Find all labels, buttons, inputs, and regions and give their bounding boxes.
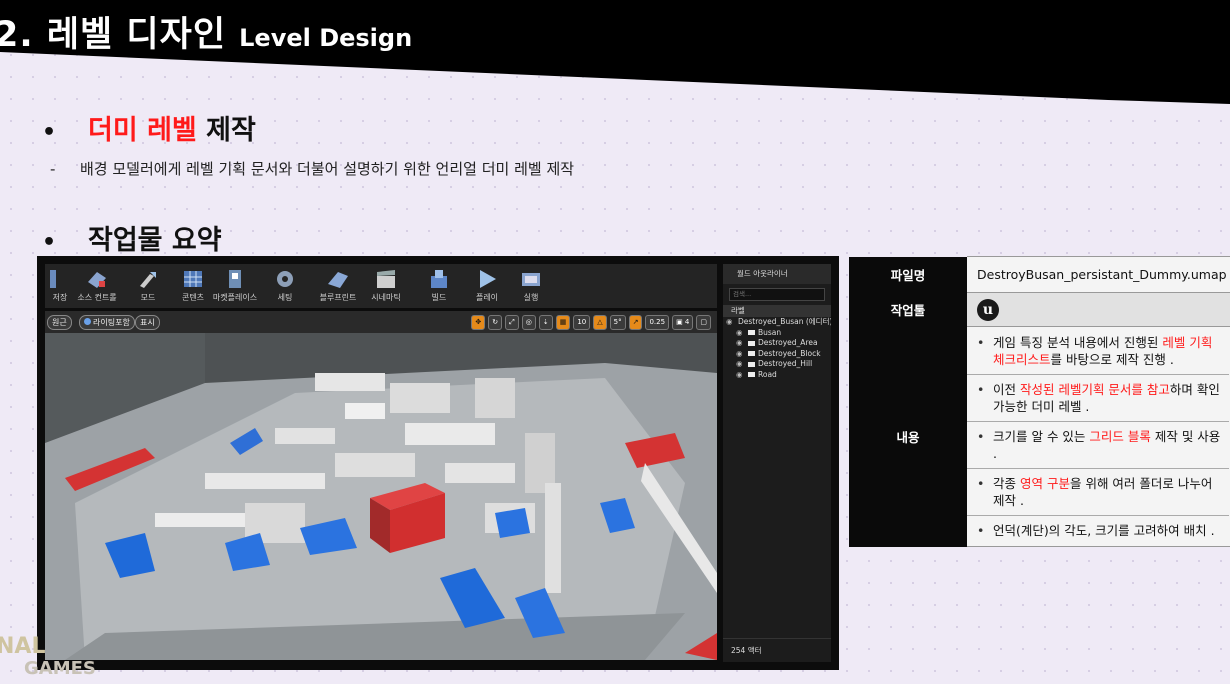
gear-icon (277, 271, 293, 287)
surface-snap-icon[interactable]: ⇣ (538, 315, 553, 330)
bullet-dot: • (42, 120, 57, 145)
title-english: Level Design (239, 24, 413, 52)
build-icon (431, 270, 447, 288)
file-row: 파일명 DestroyBusan_persistant_Dummy.umap (849, 256, 1230, 293)
unreal-engine-logo: u (977, 298, 999, 321)
rotate-icon[interactable]: ↻ (488, 315, 503, 330)
folder-icon (748, 372, 755, 377)
source-control-icon (88, 272, 106, 288)
viewport-toolbar: 원근 라이팅포함 표시 ✥ ↻ ⤢ ◎ ⇣ ▦ 10 △ 5° ↗ 0.25 ▣ 4 ▢ (45, 311, 717, 333)
content-label: 내용 (849, 326, 967, 547)
content-list: 게임 특징 분석 내용에서 진행된 레벨 기획 체크리스트를 바탕으로 제작 진… (967, 328, 1229, 545)
scale-snap-value[interactable]: 0.25 (645, 315, 670, 330)
content-row: 내용 게임 특징 분석 내용에서 진행된 레벨 기획 체크리스트를 바탕으로 제… (849, 326, 1230, 547)
sphere-icon (84, 318, 91, 325)
rotation-snap-value[interactable]: 5° (609, 315, 626, 330)
marketplace-button[interactable]: 마켓플레이스 (211, 266, 259, 306)
level-viewport[interactable] (45, 333, 717, 660)
section-dummy-level: • 더미 레벨 제작 (42, 108, 256, 147)
folder-icon (748, 330, 755, 335)
folder-icon (748, 340, 755, 346)
actor-count: 254 액터 (723, 638, 831, 662)
tool-row: 작업툴 u (849, 292, 1230, 327)
list-item: 게임 특징 분석 내용에서 진행된 레벨 기획 체크리스트를 바탕으로 제작 진… (967, 328, 1229, 375)
source-control-button[interactable]: 소스 컨트롤 (73, 266, 121, 306)
outliner-title: 월드 아웃라이너 (723, 264, 831, 284)
outliner-item[interactable]: ◉ Destroyed_Hill (723, 359, 831, 370)
outliner-item[interactable]: ◉ Destroyed_Busan (에디터) (723, 317, 831, 328)
clapper-icon (377, 270, 395, 288)
eye-icon[interactable]: ◉ (733, 349, 748, 360)
world-outliner-panel: 월드 아웃라이너 검색... 라벨 ◉ Destroyed_Busan (에디터)… (723, 264, 831, 662)
wrench-icon (140, 272, 156, 288)
unreal-editor-screenshot: 저장 소스 컨트롤 모드 콘텐츠 마켓플레이스 세팅 블루프린트 시네마틱 빌드… (37, 256, 839, 670)
scale-icon[interactable]: ⤢ (505, 315, 519, 330)
bullet-dot: • (42, 230, 57, 255)
outliner-label-column[interactable]: 라벨 (723, 305, 831, 317)
build-button[interactable]: 빌드 (417, 266, 461, 306)
save-icon (50, 270, 56, 288)
outliner-item[interactable]: ◉ Destroyed_Area (723, 338, 831, 349)
launch-button[interactable]: 실행 (509, 266, 553, 306)
dummy-level-scene (45, 333, 717, 660)
perspective-button[interactable]: 원근 (47, 315, 72, 330)
dash-marker: - (50, 160, 56, 178)
scale-snap-icon[interactable]: ↗ (628, 315, 643, 330)
description-text: 배경 모델러에게 레벨 기획 문서와 더불어 설명하기 위한 언리얼 더미 레벨… (80, 160, 575, 178)
settings-button[interactable]: 세팅 (263, 266, 307, 306)
launch-icon (522, 273, 540, 286)
modes-button[interactable]: 모드 (125, 266, 171, 306)
grid-snap-value[interactable]: 10 (573, 315, 591, 330)
eye-icon[interactable]: ◉ (733, 370, 748, 381)
eye-icon[interactable]: ◉ (723, 317, 738, 328)
lit-mode-button[interactable]: 라이팅포함 (79, 315, 135, 330)
content-button[interactable]: 콘텐츠 (173, 266, 213, 306)
section-title-rest: 제작 (196, 115, 256, 146)
eye-icon[interactable]: ◉ (733, 359, 748, 370)
world-icon[interactable]: ◎ (521, 315, 536, 330)
outliner-item[interactable]: ◉ Destroyed_Block (723, 349, 831, 360)
play-icon (480, 270, 496, 288)
info-table: 파일명 DestroyBusan_persistant_Dummy.umap 작… (849, 256, 1230, 547)
studio-logo: NAL GAMES (0, 634, 96, 680)
viewport-snap-controls: ✥ ↻ ⤢ ◎ ⇣ ▦ 10 △ 5° ↗ 0.25 ▣ 4 ▢ (468, 315, 711, 330)
play-button[interactable]: 플레이 (465, 266, 509, 306)
list-item: 언덕(계단)의 각도, 크기를 고려하여 배치 . (967, 516, 1229, 545)
list-item: 각종 영역 구분을 위해 여러 폴더로 나누어 제작 . (967, 469, 1229, 516)
file-label: 파일명 (849, 256, 967, 293)
title-korean: 2. 레벨 디자인 (0, 15, 227, 55)
section-summary: • 작업물 요약 (42, 218, 222, 257)
save-button[interactable]: 저장 (45, 266, 75, 306)
summary-title: 작업물 요약 (88, 225, 222, 256)
folder-icon (748, 351, 755, 356)
blueprint-button[interactable]: 블루프린트 (313, 266, 363, 306)
page-title: 2. 레벨 디자인 Level Design (0, 6, 412, 57)
maximize-icon[interactable]: ▢ (696, 315, 711, 330)
editor-toolbar: 저장 소스 컨트롤 모드 콘텐츠 마켓플레이스 세팅 블루프린트 시네마틱 빌드… (45, 264, 717, 308)
translate-icon[interactable]: ✥ (471, 315, 486, 330)
outliner-search-input[interactable]: 검색... (729, 288, 825, 301)
folder-icon (748, 361, 755, 367)
tool-label: 작업툴 (849, 292, 967, 327)
outliner-item[interactable]: ◉ Busan (723, 328, 831, 339)
eye-icon[interactable]: ◉ (733, 338, 748, 349)
file-value: DestroyBusan_persistant_Dummy.umap (967, 256, 1230, 293)
section-description: - 배경 모델러에게 레벨 기획 문서와 더불어 설명하기 위한 언리얼 더미 레… (50, 158, 574, 179)
grid-snap-icon[interactable]: ▦ (555, 315, 571, 330)
section-highlight: 더미 레벨 (88, 115, 197, 146)
cinematics-button[interactable]: 시네마틱 (363, 266, 409, 306)
rotation-snap-icon[interactable]: △ (593, 315, 607, 330)
camera-speed-value[interactable]: ▣ 4 (672, 315, 694, 330)
eye-icon[interactable]: ◉ (733, 328, 748, 339)
list-item: 크기를 알 수 있는 그리드 블록 제작 및 사용 . (967, 422, 1229, 469)
show-button[interactable]: 표시 (135, 315, 160, 330)
marketplace-icon (229, 270, 241, 288)
outliner-item[interactable]: ◉ Road (723, 370, 831, 381)
grid-icon (184, 271, 202, 287)
blueprint-icon (328, 272, 348, 288)
list-item: 이전 작성된 레벨기획 문서를 참고하며 확인 가능한 더미 레벨 . (967, 375, 1229, 422)
